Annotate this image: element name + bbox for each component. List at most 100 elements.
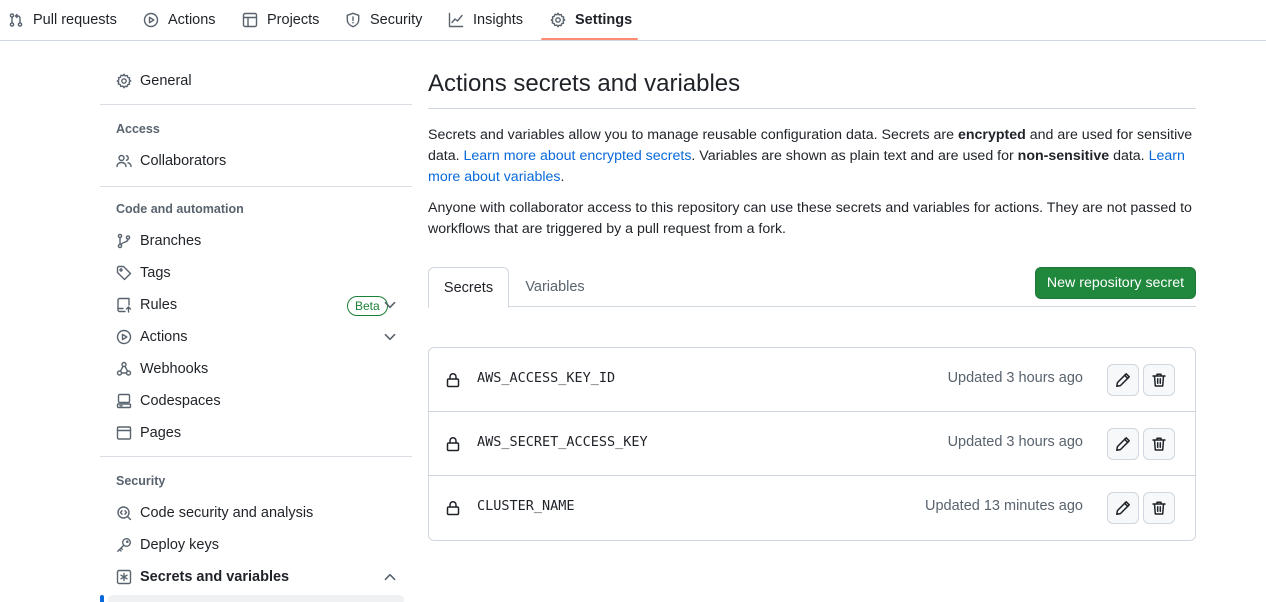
gear-icon [116,73,132,89]
selected-tab-underline [541,38,638,40]
sidebar-item-tags[interactable]: Tags [116,257,396,289]
pencil-icon [1116,437,1130,451]
play-circle-icon [143,12,159,28]
trash-icon [1152,501,1166,515]
secret-updated: Updated 3 hours ago [947,370,1083,386]
description-secrets: Secrets and variables allow you to manag… [428,125,1196,188]
sidebar-item-code-security[interactable]: Code security and analysis [116,497,396,529]
browser-icon [116,426,132,440]
secrets-list: AWS_ACCESS_KEY_ID Updated 3 hours ago AW… [428,347,1196,541]
pencil-icon [1116,501,1130,515]
sidebar-item-label: Secrets and variables [140,569,290,585]
lock-icon [446,437,460,452]
tab-projects[interactable]: Projects [242,0,319,40]
desc-text: Secrets and variables allow you to manag… [428,127,958,143]
chevron-up-icon[interactable] [382,569,398,585]
shield-icon [346,12,360,28]
sidebar-heading-access: Access [116,122,160,136]
sidebar-item-collaborators[interactable]: Collaborators [116,145,396,177]
edit-secret-button[interactable] [1107,428,1139,460]
sidebar-item-deploy-keys[interactable]: Deploy keys [116,529,396,561]
tab-label: Actions [168,12,216,28]
tab-settings[interactable]: Settings [550,0,632,40]
chevron-down-icon[interactable] [382,297,398,313]
gear-icon [550,12,566,28]
tab-actions[interactable]: Actions [143,0,216,40]
sidebar-item-label: Codespaces [140,393,221,409]
sidebar-item-label: Code security and analysis [140,505,314,521]
sidebar-item-codespaces[interactable]: Codespaces [116,385,396,417]
tag-icon [116,265,132,281]
desc-text: . [560,169,565,185]
pencil-icon [1116,373,1130,387]
sidebar-item-label: Webhooks [140,361,209,377]
tab-label: Insights [473,12,523,28]
sidebar-item-branches[interactable]: Branches [116,225,396,257]
description-access: Anyone with collaborator access to this … [428,200,1192,237]
edit-secret-button[interactable] [1107,492,1139,524]
desc-bold-non-sensitive: non-sensitive [1017,148,1110,164]
sidebar-item-actions[interactable]: Actions [116,321,396,353]
git-pull-request-icon [9,13,23,27]
chevron-down-icon[interactable] [382,329,398,345]
secret-row: AWS_ACCESS_KEY_ID Updated 3 hours ago [429,348,1195,412]
codescan-icon [117,506,132,521]
sidebar-item-pages[interactable]: Pages [116,417,396,449]
edit-secret-button[interactable] [1107,364,1139,396]
sidebar-item-general[interactable]: General [116,65,396,97]
tab-secrets[interactable]: Secrets [428,267,509,308]
sidebar-item-label: General [140,73,192,89]
sidebar-heading-code-automation: Code and automation [116,202,244,216]
tab-pull-requests[interactable]: Pull requests [8,0,117,40]
tab-insights[interactable]: Insights [448,0,523,40]
sidebar-item-secrets-variables[interactable]: Secrets and variables [116,561,396,593]
new-repository-secret-button[interactable]: New repository secret [1035,267,1196,299]
graph-icon [448,12,464,28]
secret-name: CLUSTER_NAME [477,498,575,514]
tab-variables[interactable]: Variables [509,267,601,307]
learn-more-secrets-link[interactable]: Learn more about encrypted secrets [464,148,692,164]
tab-label: Pull requests [33,12,117,28]
desc-text: data. [1109,148,1149,164]
sidebar-item-label: Tags [140,265,171,281]
secret-name: AWS_SECRET_ACCESS_KEY [477,434,648,450]
git-branch-icon [117,233,131,249]
delete-secret-button[interactable] [1143,428,1175,460]
codespaces-icon [116,393,132,409]
tab-label: Settings [575,12,633,28]
sidebar-item-label: Collaborators [140,153,227,169]
tab-label: Security [370,12,423,28]
delete-secret-button[interactable] [1143,364,1175,396]
sidebar-item-label: Rules [140,297,178,313]
desc-bold-encrypted: encrypted [957,127,1026,143]
sidebar-subitem-highlight[interactable] [108,595,404,602]
active-indicator [100,595,104,602]
sidebar-heading-security: Security [116,474,166,488]
secret-row: AWS_SECRET_ACCESS_KEY Updated 3 hours ag… [429,411,1195,475]
sidebar-item-label: Actions [140,329,188,345]
title-divider [428,108,1196,109]
webhook-icon [116,361,132,376]
tab-label: Projects [267,12,320,28]
page-title: Actions secrets and variables [428,70,741,97]
trash-icon [1152,437,1166,451]
sidebar-divider [100,186,412,187]
people-icon [116,154,132,168]
secret-updated: Updated 3 hours ago [947,434,1083,450]
delete-secret-button[interactable] [1143,492,1175,524]
sidebar-item-label: Pages [140,425,182,441]
key-icon [117,538,131,552]
play-circle-icon [116,329,132,345]
sidebar-divider [100,456,412,457]
secret-row: CLUSTER_NAME Updated 13 minutes ago [429,475,1195,539]
tab-security[interactable]: Security [345,0,422,40]
sidebar-item-label: Branches [140,233,202,249]
sidebar-item-rules[interactable]: Rules Beta [116,289,396,321]
desc-text: . Variables are shown as plain text and … [691,148,1018,164]
asterisk-icon [116,569,132,585]
trash-icon [1152,373,1166,387]
secret-name: AWS_ACCESS_KEY_ID [477,370,616,386]
secret-updated: Updated 13 minutes ago [925,498,1083,514]
repo-push-icon [117,297,132,313]
sidebar-item-webhooks[interactable]: Webhooks [116,353,396,385]
